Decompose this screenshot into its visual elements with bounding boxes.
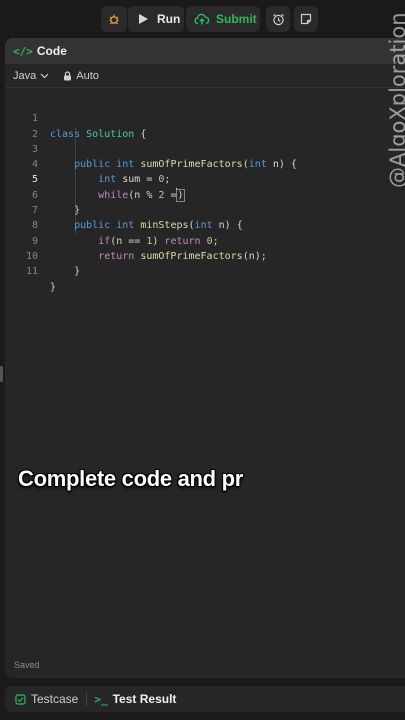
panel-resize-handle[interactable] [0, 366, 3, 382]
tab-divider [86, 692, 88, 706]
run-label: Run [157, 12, 181, 26]
alarm-clock-icon [272, 13, 284, 25]
top-toolbar: Run Submit [0, 0, 405, 38]
code-line: 2 [5, 111, 405, 140]
play-icon [139, 14, 148, 24]
language-select[interactable]: Java [13, 70, 49, 82]
editor-settings-bar: Java Auto [5, 64, 405, 88]
timer-button[interactable] [266, 6, 290, 32]
code-line: 1 class Solution { [5, 96, 405, 139]
code-icon: </> [13, 44, 33, 58]
notes-button[interactable] [294, 6, 318, 32]
code-line: 7 public int minSteps(int n) { [5, 188, 405, 231]
language-label: Java [13, 69, 37, 82]
note-icon [300, 13, 312, 25]
code-panel-header: </> Code [5, 38, 405, 64]
panel-title: Code [36, 44, 67, 58]
watermark-text: @AlgoXploration [386, 12, 405, 188]
code-panel: </> Code Java Auto 1 class Solution { 2 … [5, 38, 405, 678]
code-editor[interactable]: 1 class Solution { 2 3 public int sumOfP… [5, 96, 405, 292]
line-number: 11 [25, 266, 38, 278]
submit-label: Submit [216, 12, 257, 26]
video-caption: Complete code and pr [18, 466, 244, 491]
code-line: 4 int sum = 0; [5, 142, 405, 185]
code-line: 9 return sumOfPrimeFactors(n); [5, 218, 405, 262]
code-line: 11 } [5, 249, 405, 292]
terminal-icon: >_ [94, 692, 108, 706]
code-line: 6 } [5, 172, 405, 216]
channel-watermark: @AlgoXploration [366, 8, 405, 188]
cloud-upload-icon [194, 13, 210, 25]
tab-testcase-label: Testcase [31, 692, 79, 706]
chevron-down-icon [40, 73, 49, 78]
tab-test-result[interactable]: >_ Test Result [94, 692, 176, 706]
save-status: Saved [14, 660, 40, 670]
auto-mode-toggle[interactable]: Auto [63, 70, 99, 82]
auto-mode-label: Auto [76, 69, 99, 82]
run-button[interactable]: Run [128, 6, 184, 32]
lock-icon [64, 70, 72, 80]
code-line: 3 public int sumOfPrimeFactors(int n) { [5, 127, 405, 170]
checkbox-icon [15, 693, 26, 705]
debug-button[interactable] [101, 6, 127, 32]
bottom-tab-bar: Testcase >_ Test Result [5, 686, 405, 712]
code-line: 10 } [5, 234, 405, 277]
submit-button[interactable]: Submit [186, 6, 260, 32]
code-line-active: 5 while(n % 2 =) [5, 157, 405, 202]
tab-test-result-label: Test Result [112, 692, 177, 706]
bug-icon [109, 14, 119, 25]
tab-testcase[interactable]: Testcase [15, 692, 78, 706]
code-line: 8 if(n == 1) return 0; [5, 203, 405, 246]
